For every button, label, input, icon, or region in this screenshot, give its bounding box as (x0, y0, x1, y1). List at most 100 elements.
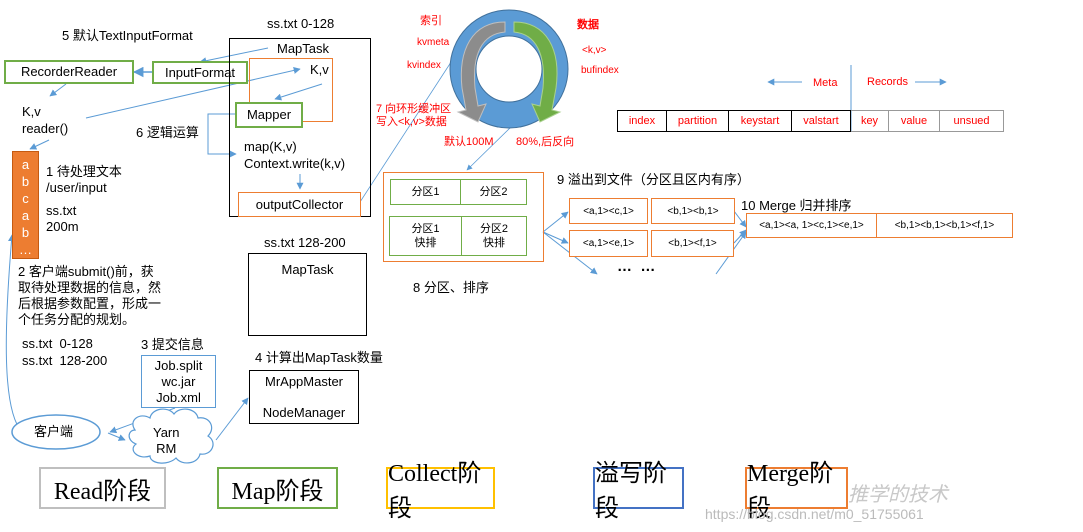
meta-col-partition: partition (667, 110, 729, 132)
step10-label: 10 Merge 归并排序 (741, 198, 852, 213)
partition-1-sorted-method: 快排 (414, 237, 437, 249)
step9-label: 9 溢出到文件（分区且区内有序） (557, 172, 750, 187)
file-letter: b (21, 225, 30, 240)
input-file-block[interactable]: a b c a b… (12, 151, 39, 259)
arrow-partition-to-spill2 (542, 231, 569, 244)
file-letter: a (21, 208, 30, 223)
kv-type-label: <k,v> (582, 45, 607, 56)
kvindex-label: kvindex (407, 60, 441, 71)
client-label[interactable]: 客户端 (34, 424, 73, 440)
step2-line: 后根据参数配置，形成一 (18, 296, 162, 311)
mapper-box[interactable]: Mapper (235, 102, 303, 128)
stage-spill: 溢写阶段 (593, 461, 684, 522)
record-col-unsued: unsued (940, 110, 1004, 132)
kvmeta-label: kvmeta (417, 37, 450, 48)
file-letters: a b c a b… (13, 152, 38, 258)
stage-collect: Collect阶段 (386, 461, 495, 522)
stage-map: Map阶段 (217, 467, 338, 509)
arrow-spill2-to-merge (733, 229, 747, 244)
meta-col-keystart: keystart (729, 110, 792, 132)
records-label: Records (867, 76, 908, 88)
file-size: 200m (46, 219, 79, 234)
node-manager-label: NodeManager (262, 405, 346, 420)
maptask-2-box[interactable]: MapTask (248, 253, 367, 336)
stage-read: Read阶段 (39, 467, 166, 509)
file-letter: a (21, 157, 30, 172)
index-arrow-icon (456, 21, 506, 123)
spill-file-1-part-2: <b,1><b,1> (651, 198, 735, 224)
spill-file-2-part-1: <a,1><e,1> (569, 230, 648, 257)
step1-label: 1 待处理文本 (46, 164, 122, 179)
split1-title: ss.txt 0-128 (267, 16, 335, 31)
partition-1: 分区1 (390, 179, 461, 205)
watermark-url: https://blog.csdn.net/m0_51755061 (705, 506, 924, 522)
record-col-value: value (889, 110, 940, 132)
output-collector-box[interactable]: outputCollector (238, 192, 361, 217)
step6-label: 6 逻辑运算 (136, 125, 199, 140)
step7-line: 7 向环形缓冲区 (376, 103, 452, 115)
meta-label: Meta (813, 77, 838, 89)
app-master-label: MrAppMaster (264, 374, 344, 389)
maptask-1-label: MapTask (277, 41, 330, 56)
job-split-file: Job.split (154, 357, 203, 373)
split-1: ss.txt 0-128 (22, 336, 93, 351)
partition-2-sorted: 分区2 快排 (461, 216, 527, 256)
step2-label: 2 客户端submit()前，获 取待处理数据的信息，然 后根据参数配置，形成一… (18, 264, 161, 328)
file-letter: c (22, 191, 29, 206)
arrow-partition-to-spill1 (542, 211, 569, 233)
step8-label: 8 分区、排序 (413, 280, 489, 295)
file-letter: … (19, 242, 32, 257)
merged-part-1: <a,1><a, 1><c,1><e,1> (746, 213, 877, 238)
split-2: ss.txt 128-200 (22, 353, 108, 368)
app-master-box[interactable]: MrAppMaster NodeManager (249, 370, 359, 424)
arrow-client-to-yarn (107, 432, 126, 441)
watermark-brand: 推学的技术 (848, 482, 948, 506)
index-label: 索引 (420, 15, 442, 27)
context-write: Context.write(k,v) (244, 156, 346, 171)
map-call: map(K,v) (244, 139, 297, 154)
spill-ellipsis: … … (617, 258, 656, 275)
yarn-rm-label[interactable]: Yarn RM (153, 425, 180, 457)
step2-line: 2 客户端submit()前，获 (18, 264, 154, 279)
maptask-2-label: MapTask (281, 262, 334, 277)
default-size-label: 默认100M (444, 136, 494, 148)
bufindex-label: bufindex (581, 65, 619, 76)
partition-2-sorted-name: 分区2 (479, 223, 509, 235)
step5-label: 5 默认TextInputFormat (62, 28, 193, 43)
arrow-to-file (29, 139, 50, 150)
step7-label: 7 向环形缓冲区 写入<k,v>数据 (376, 103, 451, 129)
maptask-kv-label: K,v (310, 62, 329, 77)
job-xml-file: Job.xml (156, 389, 201, 405)
partition-1-sorted-name: 分区1 (411, 223, 440, 235)
wc-jar-file: wc.jar (161, 373, 196, 389)
ring-outer (449, 9, 569, 129)
merged-part-2: <b,1><b,1><b,1><f,1> (876, 213, 1013, 238)
buffer-layout-table: index partition keystart valstart key va… (617, 110, 1004, 132)
yarn-text: Yarn (153, 425, 180, 440)
step2-line: 个任务分配的规划。 (18, 312, 136, 327)
input-path: /user/input (46, 180, 107, 195)
job-files-box[interactable]: Job.split wc.jar Job.xml (141, 355, 216, 408)
data-label: 数据 (577, 19, 599, 31)
recorder-reader-box[interactable]: RecorderReader (4, 60, 134, 84)
file-letter: b (21, 174, 30, 189)
reader-call-label: reader() (22, 121, 69, 136)
file-name: ss.txt (46, 203, 77, 218)
record-col-key: key (851, 110, 889, 132)
arrow-yarn-to-appmaster (215, 397, 249, 441)
meta-col-valstart: valstart (792, 110, 851, 132)
step4-label: 4 计算出MapTask数量 (255, 350, 383, 365)
data-arrow-icon (513, 21, 562, 123)
arrow-reader-to-kv (49, 83, 67, 97)
meta-col-index: index (617, 110, 667, 132)
threshold-label: 80%,后反向 (516, 136, 575, 148)
partition-1-sorted: 分区1 快排 (389, 216, 462, 256)
step2-line: 取待处理数据的信息，然 (18, 280, 162, 295)
ring-inner (475, 35, 543, 103)
reader-kv-label: K,v (22, 104, 41, 119)
split2-title: ss.txt 128-200 (264, 235, 346, 250)
stage-merge: Merge阶段 (745, 461, 848, 522)
partition-2: 分区2 (460, 179, 527, 205)
step7-line: 写入<k,v>数据 (376, 116, 447, 128)
spill-file-2-part-2: <b,1><f,1> (651, 230, 734, 257)
